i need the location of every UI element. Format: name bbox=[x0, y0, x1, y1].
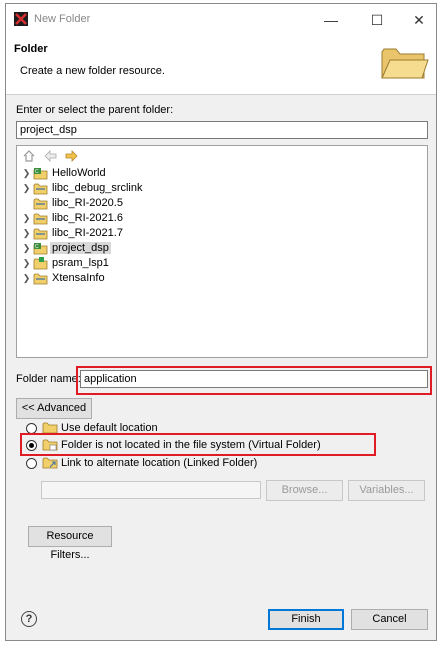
expand-chevron-icon[interactable]: ❯ bbox=[21, 226, 32, 241]
expand-chevron-icon[interactable]: ❯ bbox=[21, 271, 32, 286]
project-folder-icon bbox=[33, 183, 48, 195]
option-label: Link to alternate location (Linked Folde… bbox=[61, 457, 258, 469]
parent-folder-input[interactable] bbox=[16, 121, 428, 139]
svg-text:C: C bbox=[35, 244, 39, 250]
svg-text:C: C bbox=[35, 169, 39, 175]
tree-item-label: HelloWorld bbox=[52, 167, 106, 179]
tree-item-label: libc_RI-2020.5 bbox=[52, 197, 123, 209]
tree-item[interactable]: ❯ libc_RI-2021.7 bbox=[21, 226, 125, 241]
tree-item-label: libc_RI-2021.6 bbox=[52, 212, 123, 224]
folder-name-label: Folder name: bbox=[16, 373, 81, 385]
forward-arrow-icon[interactable] bbox=[64, 150, 78, 163]
linked-folder-option[interactable]: Link to alternate location (Linked Folde… bbox=[26, 455, 257, 471]
close-button[interactable]: ✕ bbox=[404, 10, 434, 30]
expand-chevron-icon[interactable]: ❯ bbox=[21, 211, 32, 226]
radio-button[interactable] bbox=[26, 422, 37, 434]
tree-item-label: psram_lsp1 bbox=[52, 257, 109, 269]
project-folder-icon bbox=[33, 257, 48, 270]
linked-folder-icon bbox=[42, 457, 58, 469]
window-title: New Folder bbox=[34, 13, 91, 25]
title-bar: New Folder — ☐ ✕ bbox=[6, 4, 436, 34]
finish-button[interactable]: Finish bbox=[268, 609, 344, 630]
tree-item-selected[interactable]: ❯ Cproject_dsp bbox=[21, 241, 111, 256]
parent-folder-label: Enter or select the parent folder: bbox=[16, 104, 174, 116]
cancel-button[interactable]: Cancel bbox=[351, 609, 428, 630]
page-description: Create a new folder resource. bbox=[20, 65, 165, 77]
tree-item-label: project_dsp bbox=[50, 242, 111, 254]
highlight-box bbox=[20, 433, 376, 456]
project-folder-icon: C bbox=[33, 243, 48, 255]
wizard-header: Folder Create a new folder resource. bbox=[6, 34, 436, 95]
expand-chevron-icon[interactable]: ❯ bbox=[21, 181, 32, 196]
back-arrow-icon[interactable] bbox=[43, 150, 57, 163]
radio-button[interactable] bbox=[26, 457, 37, 469]
tree-item[interactable]: ❯ psram_lsp1 bbox=[21, 256, 111, 271]
tree-toolbar bbox=[22, 150, 82, 164]
project-folder-icon bbox=[33, 198, 48, 210]
tree-item[interactable]: ❯ libc_RI-2021.6 bbox=[21, 211, 125, 226]
folder-wizard-icon bbox=[381, 48, 429, 79]
tree-item[interactable]: libc_RI-2020.5 bbox=[21, 196, 125, 211]
page-title: Folder bbox=[14, 43, 48, 55]
tree-item-label: libc_debug_srclink bbox=[52, 182, 143, 194]
home-icon[interactable] bbox=[22, 150, 36, 163]
project-folder-icon: C bbox=[33, 168, 48, 180]
tree-item[interactable]: ❯ C HelloWorld bbox=[21, 166, 108, 181]
project-folder-icon bbox=[33, 228, 48, 240]
minimize-button[interactable]: — bbox=[316, 10, 346, 30]
expand-chevron-icon[interactable]: ❯ bbox=[21, 166, 32, 181]
parent-folder-tree[interactable]: ❯ C HelloWorld ❯ libc_debug_srclink libc_RI… bbox=[16, 145, 428, 358]
resource-filters-button[interactable]: Resource Filters... bbox=[28, 526, 112, 561]
project-folder-icon bbox=[33, 213, 48, 225]
advanced-button[interactable]: << Advanced bbox=[16, 398, 92, 419]
project-folder-icon bbox=[33, 273, 48, 285]
expand-chevron-icon[interactable]: ❯ bbox=[21, 256, 32, 271]
new-folder-dialog: New Folder — ☐ ✕ Folder Create a new fol… bbox=[5, 3, 437, 641]
app-logo-icon bbox=[14, 12, 28, 26]
tree-item-label: libc_RI-2021.7 bbox=[52, 227, 123, 239]
linked-location-input[interactable] bbox=[41, 481, 261, 499]
browse-button[interactable]: Browse... bbox=[266, 480, 343, 501]
maximize-button[interactable]: ☐ bbox=[362, 10, 392, 30]
variables-button[interactable]: Variables... bbox=[348, 480, 425, 501]
tree-item-label: XtensaInfo bbox=[52, 272, 105, 284]
tree-item[interactable]: ❯ libc_debug_srclink bbox=[21, 181, 145, 196]
help-icon[interactable]: ? bbox=[21, 611, 37, 627]
highlight-box bbox=[76, 366, 432, 395]
tree-item[interactable]: ❯ XtensaInfo bbox=[21, 271, 107, 286]
expand-chevron-icon[interactable]: ❯ bbox=[21, 241, 32, 256]
